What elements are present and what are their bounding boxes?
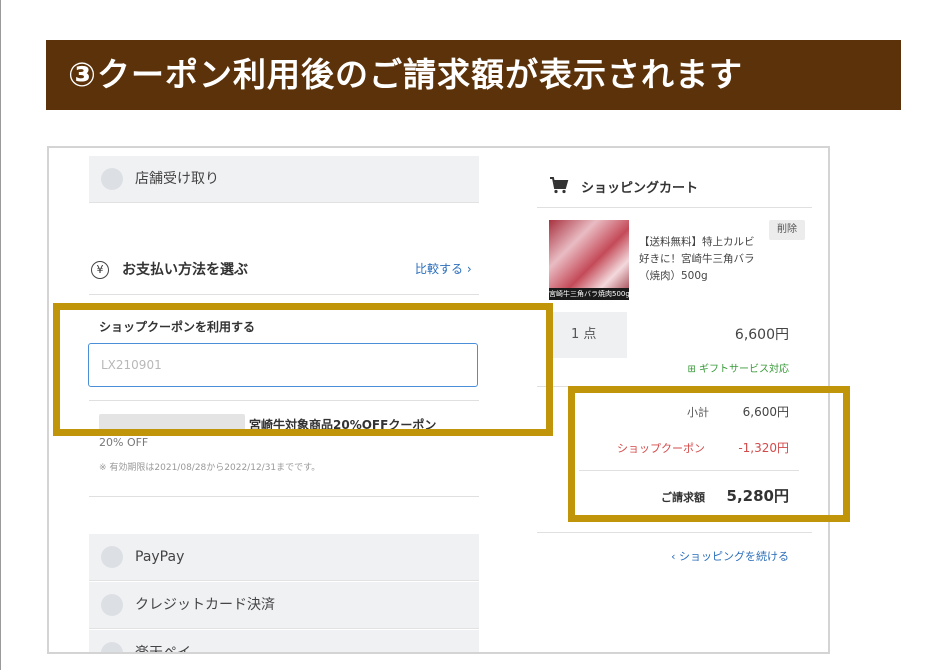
slide-edge	[0, 0, 1, 670]
product-image-caption: 宮崎牛三角バラ焼肉500g	[549, 288, 629, 300]
payment-option-label: 楽天ペイ	[135, 645, 191, 654]
coupon-input-highlight	[53, 303, 553, 436]
delete-button[interactable]: 削除	[769, 220, 805, 240]
store-pickup-label: 店舗受け取り	[135, 171, 219, 187]
radio-icon[interactable]	[101, 594, 123, 616]
coupon-expiry: ※ 有効期限は2021/08/28から2022/12/31までです。	[99, 463, 321, 473]
divider	[537, 207, 812, 208]
radio-icon[interactable]	[101, 546, 123, 568]
product-name[interactable]: 【送料無料】特上カルビ好きに！宮崎牛三角バラ（焼肉）500g	[639, 234, 764, 285]
divider	[89, 294, 479, 295]
line-price: 6,600円	[734, 327, 789, 343]
payment-option-credit-card[interactable]: クレジットカード決済	[89, 582, 479, 629]
compare-link[interactable]: 比較する ›	[415, 260, 472, 277]
coupon-discount: 20% OFF	[99, 436, 149, 449]
billing-total-highlight	[568, 386, 850, 522]
payment-option-label: クレジットカード決済	[135, 597, 275, 613]
quantity-field[interactable]: 1 点	[549, 312, 627, 358]
continue-shopping-link[interactable]: ‹ ショッピングを続ける	[649, 548, 789, 564]
payment-option-rakuten-pay[interactable]: 楽天ペイ	[89, 630, 479, 654]
payment-option-label: PayPay	[135, 549, 185, 565]
cart-title: ショッピングカート	[581, 181, 699, 196]
divider	[89, 496, 479, 497]
payment-option-paypay[interactable]: PayPay	[89, 534, 479, 581]
radio-icon[interactable]	[101, 642, 123, 652]
payment-method-title: お支払い方法を選ぶ	[122, 262, 248, 278]
gift-service-badge: ⊞ ギフトサービス対応	[687, 364, 789, 375]
divider	[537, 532, 812, 533]
payment-option-store-pickup[interactable]: 店舗受け取り	[89, 156, 479, 203]
radio-icon[interactable]	[101, 168, 123, 190]
yen-icon: ¥	[91, 261, 109, 279]
page-title: ③クーポン利用後のご請求額が表示されます	[46, 40, 901, 110]
product-image[interactable]: 宮崎牛三角バラ焼肉500g	[549, 220, 629, 300]
cart-icon	[550, 177, 569, 194]
